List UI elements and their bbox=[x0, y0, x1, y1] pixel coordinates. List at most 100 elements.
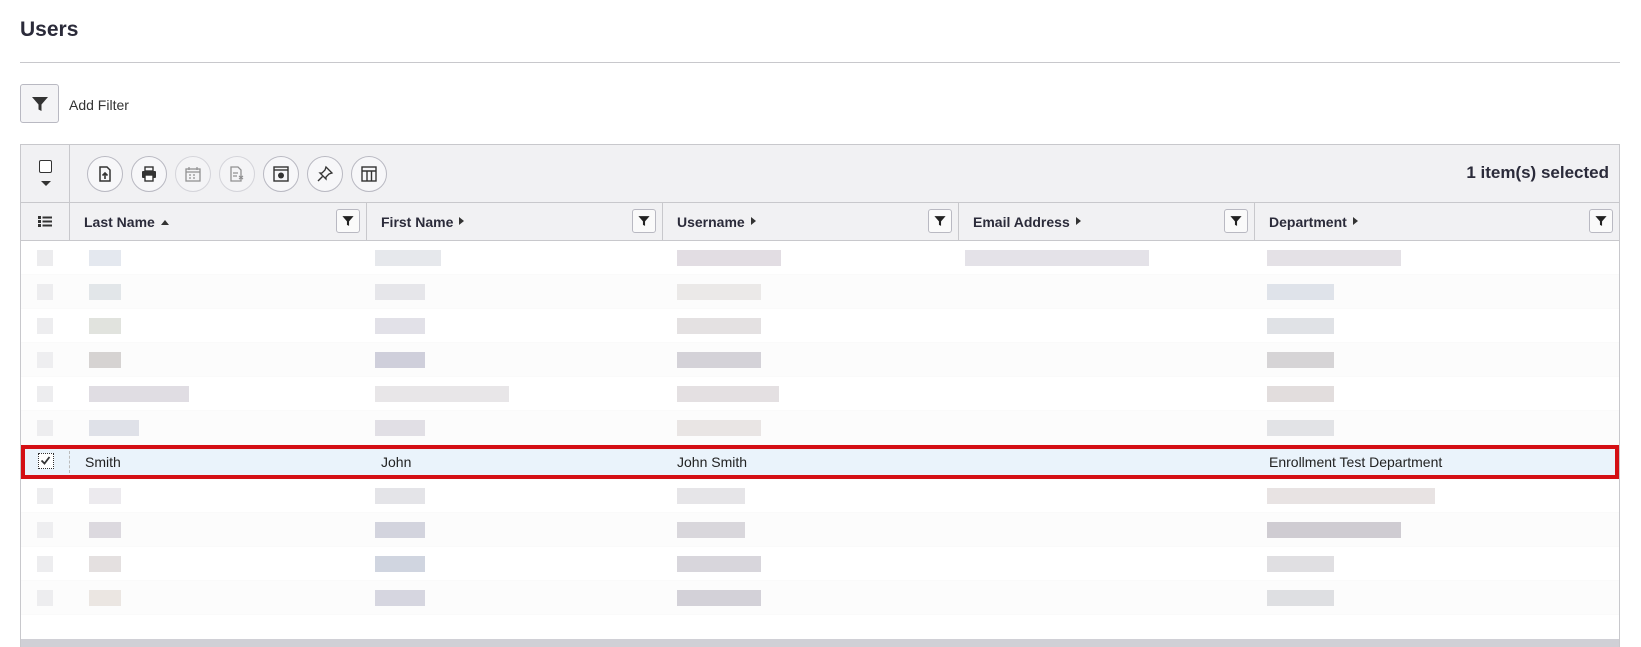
table-row[interactable] bbox=[21, 377, 1619, 411]
redacted-block bbox=[677, 590, 761, 606]
column-header-last-name[interactable]: Last Name bbox=[70, 203, 367, 241]
funnel-icon bbox=[342, 216, 354, 226]
redacted-block bbox=[677, 318, 761, 334]
column-label: Username bbox=[677, 214, 745, 230]
cell-last-name: Smith bbox=[85, 454, 121, 470]
column-label: Department bbox=[1269, 214, 1347, 230]
scheduler-button[interactable] bbox=[263, 156, 299, 192]
table-row[interactable] bbox=[21, 547, 1619, 581]
redacted-block bbox=[965, 250, 1149, 266]
redacted-block bbox=[677, 352, 761, 368]
table-row[interactable] bbox=[21, 275, 1619, 309]
cell-divider bbox=[69, 451, 70, 473]
redacted-block bbox=[375, 488, 425, 504]
pin-button[interactable] bbox=[307, 156, 343, 192]
cell-first-name: John bbox=[381, 454, 412, 470]
redacted-block bbox=[37, 352, 53, 368]
sort-arrow-icon bbox=[459, 217, 465, 225]
report-button[interactable] bbox=[219, 156, 255, 192]
redacted-block bbox=[37, 420, 53, 436]
funnel-icon bbox=[638, 216, 650, 226]
table-row[interactable] bbox=[21, 513, 1619, 547]
sort-arrow-icon bbox=[750, 217, 756, 225]
redacted-block bbox=[89, 386, 189, 402]
table-row[interactable] bbox=[21, 241, 1619, 275]
table-row[interactable] bbox=[21, 411, 1619, 445]
users-grid: 1 item(s) selected Last Name First Name … bbox=[20, 144, 1620, 647]
funnel-icon bbox=[934, 216, 946, 226]
print-button[interactable] bbox=[131, 156, 167, 192]
chevron-down-icon[interactable] bbox=[41, 181, 51, 186]
redacted-block bbox=[677, 420, 761, 436]
redacted-block bbox=[677, 386, 779, 402]
calendar-icon bbox=[185, 167, 201, 182]
redacted-block bbox=[37, 284, 53, 300]
column-header-first-name[interactable]: First Name bbox=[367, 203, 663, 241]
table-row[interactable] bbox=[21, 581, 1619, 615]
redacted-block bbox=[1267, 386, 1334, 402]
column-filter-button[interactable] bbox=[928, 209, 952, 233]
redacted-block bbox=[1267, 318, 1334, 334]
export-icon bbox=[99, 166, 111, 182]
export-button[interactable] bbox=[87, 156, 123, 192]
column-header-username[interactable]: Username bbox=[663, 203, 959, 241]
redacted-block bbox=[37, 522, 53, 538]
sort-arrow-icon bbox=[1075, 217, 1081, 225]
redacted-block bbox=[375, 522, 425, 538]
horizontal-scrollbar[interactable] bbox=[21, 639, 1619, 647]
checkmark-icon bbox=[40, 456, 51, 465]
redacted-block bbox=[375, 386, 509, 402]
redacted-block bbox=[1267, 522, 1401, 538]
redacted-block bbox=[89, 318, 121, 334]
redacted-block bbox=[37, 386, 53, 402]
column-chooser-cell[interactable] bbox=[21, 203, 70, 241]
column-filter-button[interactable] bbox=[336, 209, 360, 233]
redacted-block bbox=[1267, 556, 1334, 572]
redacted-block bbox=[37, 488, 53, 504]
redacted-block bbox=[1267, 284, 1334, 300]
row-checkbox[interactable] bbox=[38, 453, 54, 469]
redacted-block bbox=[1267, 420, 1334, 436]
column-header-email[interactable]: Email Address bbox=[959, 203, 1255, 241]
redacted-block bbox=[375, 556, 425, 572]
table-row-selected[interactable]: Smith John John Smith Enrollment Test De… bbox=[21, 445, 1619, 479]
redacted-block bbox=[375, 590, 425, 606]
redacted-block bbox=[375, 352, 425, 368]
calendar-button[interactable] bbox=[175, 156, 211, 192]
table-row[interactable] bbox=[21, 309, 1619, 343]
redacted-block bbox=[677, 556, 761, 572]
column-filter-button[interactable] bbox=[632, 209, 656, 233]
add-filter-button[interactable] bbox=[20, 84, 59, 123]
table-row[interactable] bbox=[21, 343, 1619, 377]
add-filter-label[interactable]: Add Filter bbox=[69, 97, 129, 113]
column-filter-button[interactable] bbox=[1589, 209, 1613, 233]
page-title: Users bbox=[20, 18, 79, 41]
select-all-checkbox[interactable] bbox=[39, 160, 52, 173]
report-icon bbox=[230, 166, 244, 182]
redacted-block bbox=[677, 522, 745, 538]
redacted-block bbox=[677, 488, 745, 504]
redacted-block bbox=[677, 250, 781, 266]
redacted-block bbox=[375, 318, 425, 334]
redacted-block bbox=[1267, 488, 1435, 504]
grid-toolbar: 1 item(s) selected bbox=[21, 145, 1619, 203]
column-filter-button[interactable] bbox=[1224, 209, 1248, 233]
pin-icon bbox=[317, 165, 334, 182]
funnel-icon bbox=[1595, 216, 1607, 226]
list-icon[interactable] bbox=[38, 216, 52, 227]
redacted-block bbox=[375, 284, 425, 300]
cell-department: Enrollment Test Department bbox=[1269, 454, 1443, 470]
redacted-block bbox=[1267, 250, 1401, 266]
redacted-block bbox=[375, 250, 441, 266]
columns-button[interactable] bbox=[351, 156, 387, 192]
table-row[interactable] bbox=[21, 479, 1619, 513]
redacted-block bbox=[1267, 352, 1334, 368]
title-divider bbox=[20, 62, 1620, 63]
redacted-block bbox=[37, 556, 53, 572]
column-header-department[interactable]: Department bbox=[1255, 203, 1619, 241]
redacted-block bbox=[89, 420, 139, 436]
selection-count: 1 item(s) selected bbox=[1466, 163, 1609, 182]
column-label: Email Address bbox=[973, 214, 1070, 230]
select-all-cell[interactable] bbox=[21, 145, 70, 203]
redacted-block bbox=[37, 318, 53, 334]
